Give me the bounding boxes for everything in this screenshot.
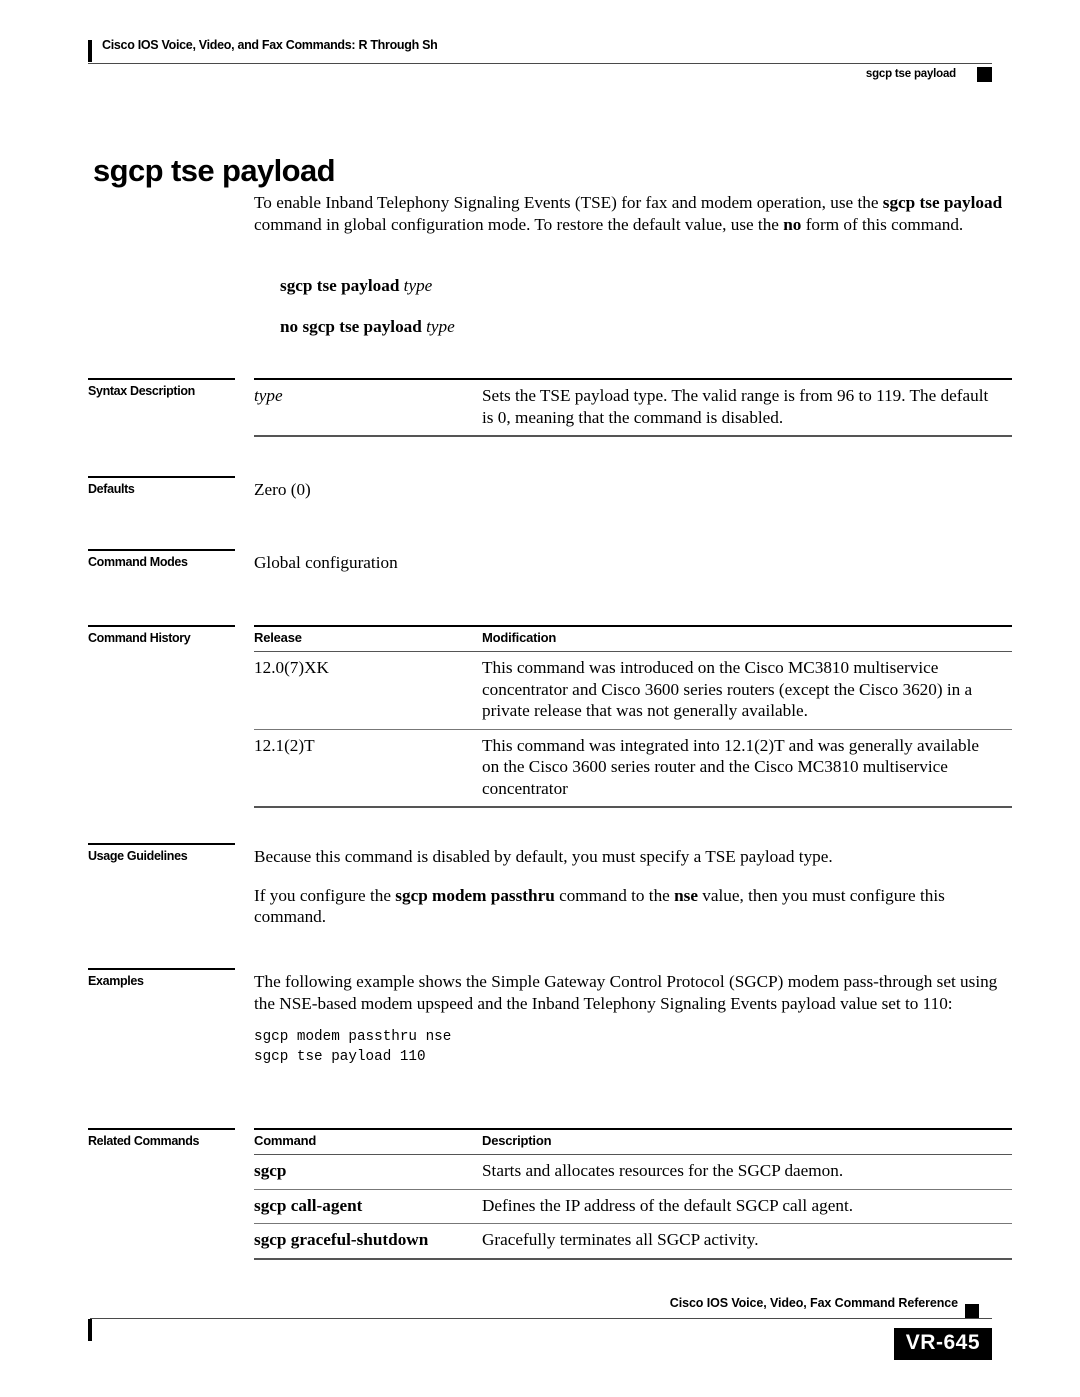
usage-guidelines-body: Because this command is disabled by defa…: [254, 846, 1012, 928]
syntax-line2-arg: type: [426, 316, 455, 336]
syntax-description-label: Syntax Description: [88, 384, 195, 398]
usage-paragraph-1: Because this command is disabled by defa…: [254, 847, 833, 866]
command-history-label-rule: [88, 625, 235, 627]
usage-paragraph-2: If you configure the sgcp modem passthru…: [254, 885, 1012, 928]
related-command-bold: sgcp graceful-shutdown: [254, 1230, 429, 1249]
usage-p2-part2: command to the: [554, 885, 675, 905]
header-rule: [88, 63, 992, 64]
footer-square-marker-icon: [965, 1304, 979, 1318]
footer-tick-mark: [88, 1319, 92, 1341]
running-head-left: Cisco IOS Voice, Video, and Fax Commands…: [102, 38, 438, 52]
page-number-badge: VR-645: [893, 1328, 992, 1360]
usage-p2-bold2: nse: [674, 885, 698, 905]
intro-paragraph: To enable Inband Telephony Signaling Eve…: [254, 192, 1012, 235]
table-header-row: Command Description: [254, 1128, 1012, 1155]
modification-value: This command was integrated into 12.1(2)…: [482, 729, 1012, 808]
syntax-line1-command: sgcp tse payload: [280, 276, 400, 295]
syntax-lines: sgcp tse payload type no sgcp tse payloa…: [254, 275, 1012, 337]
page-header: Cisco IOS Voice, Video, and Fax Commands…: [88, 38, 992, 82]
examples-label: Examples: [88, 974, 144, 988]
running-head-right: sgcp tse payload: [865, 68, 956, 80]
syntax-term-description: Sets the TSE payload type. The valid ran…: [482, 379, 1012, 437]
column-header-modification: Modification: [482, 625, 1012, 652]
column-header-command: Command: [254, 1128, 482, 1155]
related-command-name: sgcp: [254, 1154, 482, 1190]
footer-rule: [90, 1318, 992, 1319]
header-square-marker-icon: [977, 67, 992, 82]
related-command-description: Defines the IP address of the default SG…: [482, 1189, 1012, 1224]
release-value: 12.1(2)T: [254, 729, 482, 808]
examples-code-block: sgcp modem passthru nse sgcp tse payload…: [254, 1029, 452, 1065]
document-page: Cisco IOS Voice, Video, and Fax Commands…: [0, 0, 1080, 1397]
related-command-bold: sgcp: [254, 1161, 287, 1180]
table-row: type Sets the TSE payload type. The vali…: [254, 379, 1012, 437]
examples-paragraph: The following example shows the Simple G…: [254, 972, 998, 1013]
related-command-bold: sgcp call-agent: [254, 1195, 363, 1215]
table-row: sgcp call-agent Defines the IP address o…: [254, 1189, 1012, 1224]
syntax-line-negative: no sgcp tse payload type: [280, 316, 1012, 338]
command-history-table: Release Modification 12.0(7)XK This comm…: [254, 625, 1012, 808]
examples-body: The following example shows the Simple G…: [254, 971, 1012, 1067]
footer-title: Cisco IOS Voice, Video, Fax Command Refe…: [669, 1296, 958, 1310]
command-modes-label: Command Modes: [88, 555, 188, 569]
related-commands-label: Related Commands: [88, 1134, 200, 1148]
defaults-label-rule: [88, 476, 235, 478]
related-commands-table: Command Description sgcp Starts and allo…: [254, 1128, 1012, 1260]
related-command-name: sgcp call-agent: [254, 1189, 482, 1224]
table-row: 12.1(2)T This command was integrated int…: [254, 729, 1012, 808]
command-modes-value: Global configuration: [254, 553, 398, 572]
table-header-row: Release Modification: [254, 625, 1012, 652]
usage-guidelines-label: Usage Guidelines: [88, 849, 188, 863]
syntax-line2-command: no sgcp tse payload: [280, 316, 422, 336]
syntax-description-table: type Sets the TSE payload type. The vali…: [254, 378, 1012, 437]
column-header-description: Description: [482, 1128, 1012, 1155]
page-title: sgcp tse payload: [93, 152, 336, 188]
command-history-label: Command History: [88, 631, 191, 645]
column-header-release: Release: [254, 625, 482, 652]
related-command-description: Starts and allocates resources for the S…: [482, 1154, 1012, 1190]
table-row: sgcp Starts and allocates resources for …: [254, 1154, 1012, 1190]
related-commands-label-rule: [88, 1128, 235, 1130]
table-row: 12.0(7)XK This command was introduced on…: [254, 651, 1012, 730]
syntax-description-label-rule: [88, 378, 235, 380]
usage-p2-bold1: sgcp modem passthru: [395, 885, 555, 905]
intro-text: To enable Inband Telephony Signaling Eve…: [254, 192, 1012, 235]
examples-label-rule: [88, 968, 235, 970]
related-command-description: Gracefully terminates all SGCP activity.: [482, 1223, 1012, 1260]
related-command-name: sgcp graceful-shutdown: [254, 1223, 482, 1260]
page-footer: Cisco IOS Voice, Video, Fax Command Refe…: [88, 1296, 992, 1378]
intro-part3: form of this command.: [801, 214, 964, 234]
defaults-value: Zero (0): [254, 480, 311, 499]
usage-p2-part1: If you configure the: [254, 885, 396, 905]
intro-bold2: no: [783, 214, 802, 234]
command-modes-label-rule: [88, 549, 235, 551]
defaults-label: Defaults: [88, 482, 135, 496]
syntax-line-positive: sgcp tse payload type: [280, 275, 1012, 297]
usage-guidelines-label-rule: [88, 843, 235, 845]
header-tick-mark: [88, 40, 92, 62]
syntax-term-italic: type: [254, 386, 283, 405]
release-value: 12.0(7)XK: [254, 651, 482, 730]
intro-bold1: sgcp tse payload: [882, 193, 1003, 212]
intro-part2: command in global configuration mode. To…: [254, 214, 784, 234]
modification-value: This command was introduced on the Cisco…: [482, 651, 1012, 730]
syntax-term: type: [254, 379, 482, 437]
intro-part1: To enable Inband Telephony Signaling Eve…: [254, 193, 883, 212]
table-row: sgcp graceful-shutdown Gracefully termin…: [254, 1223, 1012, 1260]
syntax-line1-arg: type: [403, 276, 433, 295]
